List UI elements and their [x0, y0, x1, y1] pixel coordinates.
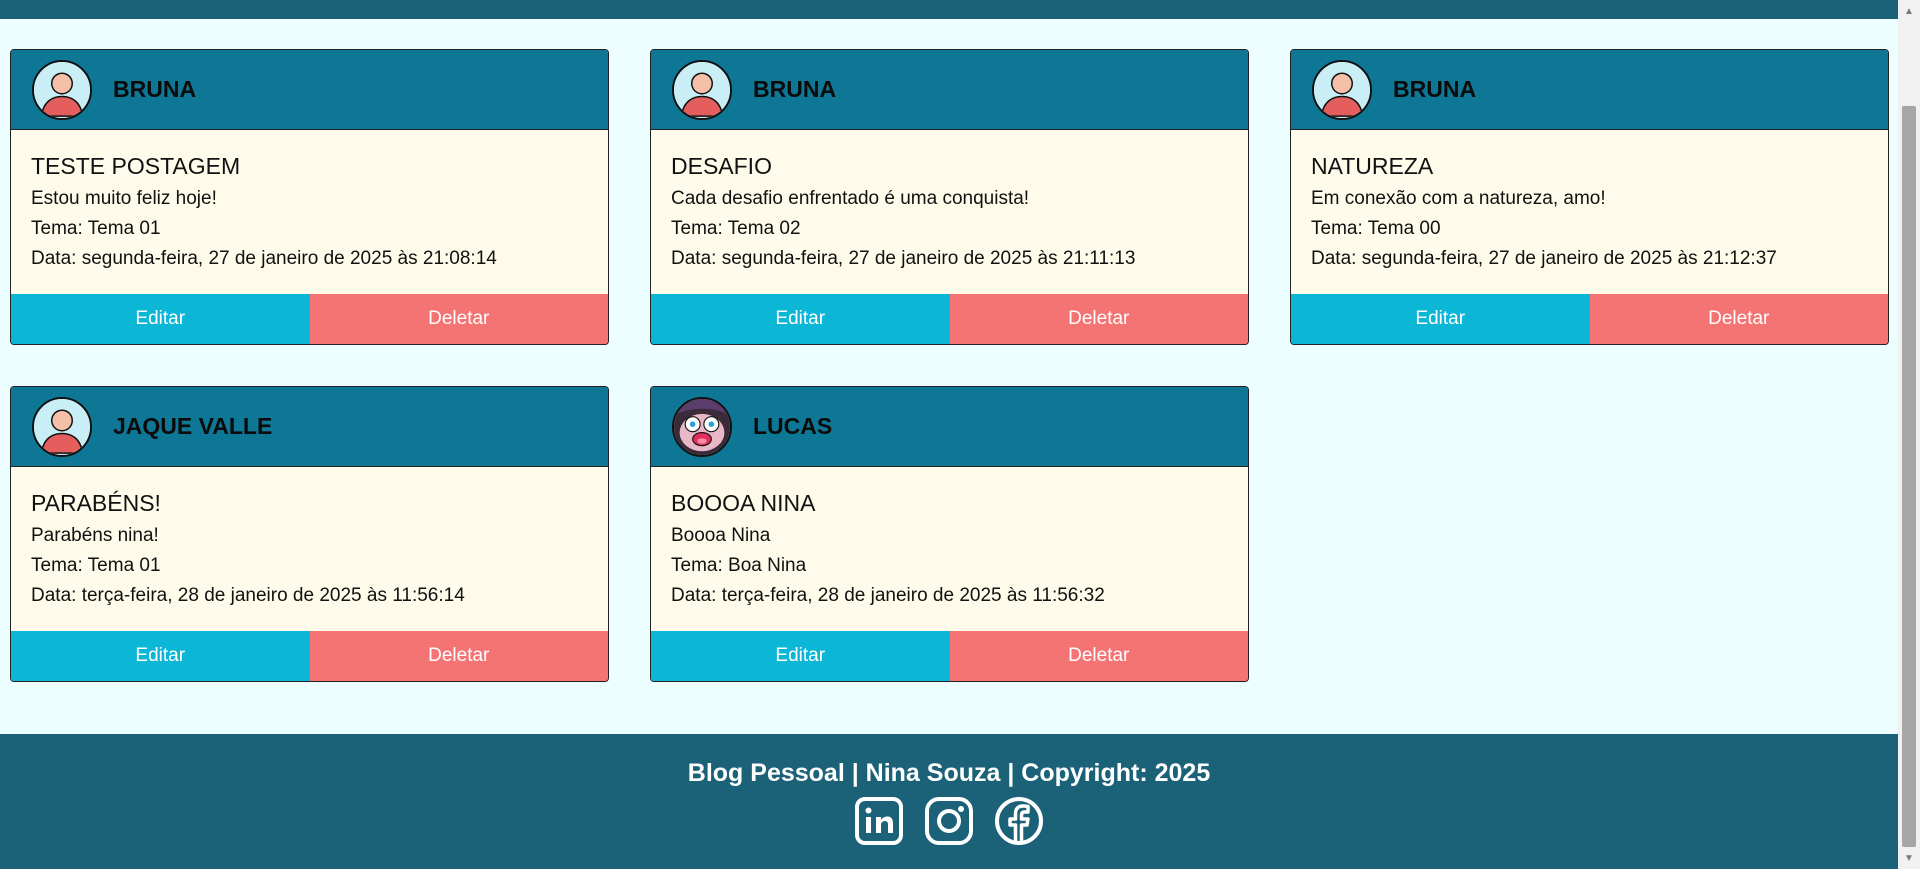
post-date: Data: segunda-feira, 27 de janeiro de 20…	[31, 248, 497, 269]
post-title: PARABÉNS!	[31, 490, 161, 516]
post-card-header: LUCAS	[651, 387, 1248, 467]
post-title: NATUREZA	[1311, 153, 1434, 179]
post-actions: Editar Deletar	[1291, 294, 1888, 344]
post-card-body: PARABÉNS! Parabéns nina! Tema: Tema 01 D…	[11, 467, 608, 631]
facebook-icon[interactable]	[994, 796, 1044, 846]
post-title: TESTE POSTAGEM	[31, 153, 241, 179]
post-theme: Tema: Boa Nina	[671, 555, 807, 576]
edit-button[interactable]: Editar	[651, 631, 950, 681]
default-user-avatar-icon	[34, 61, 90, 118]
post-theme: Tema: Tema 01	[31, 218, 161, 239]
post-theme: Tema: Tema 02	[671, 218, 801, 239]
post-card: BRUNA DESAFIO Cada desafio enfrentado é …	[650, 49, 1249, 345]
post-theme: Tema: Tema 00	[1311, 218, 1441, 239]
footer-copyright: Blog Pessoal | Nina Souza | Copyright: 2…	[687, 759, 1211, 787]
post-text: Boooa Nina	[671, 525, 771, 546]
post-card: BRUNA NATUREZA Em conexão com a natureza…	[1290, 49, 1889, 345]
avatar	[672, 396, 732, 457]
post-text: Parabéns nina!	[31, 525, 159, 546]
post-date: Data: terça-feira, 28 de janeiro de 2025…	[31, 585, 465, 606]
post-card-body: TESTE POSTAGEM Estou muito feliz hoje! T…	[11, 130, 608, 294]
delete-button[interactable]: Deletar	[1589, 294, 1888, 344]
avatar	[32, 396, 92, 457]
edit-button[interactable]: Editar	[11, 631, 310, 681]
post-card: BRUNA TESTE POSTAGEM Estou muito feliz h…	[10, 49, 609, 345]
cartoon-character-avatar-icon	[674, 398, 730, 455]
post-card: LUCAS BOOOA NINA Boooa Nina Tema: Boa Ni…	[650, 386, 1249, 682]
scroll-up-arrow-icon[interactable]: ▲	[1898, 0, 1920, 22]
default-user-avatar-icon	[34, 398, 90, 455]
instagram-icon[interactable]	[924, 796, 974, 846]
social-links	[854, 796, 1044, 846]
vertical-scrollbar[interactable]: ▲ ▼	[1898, 0, 1920, 869]
post-actions: Editar Deletar	[11, 294, 608, 344]
post-text: Cada desafio enfrentado é uma conquista!	[671, 188, 1030, 209]
posts-grid: BRUNA TESTE POSTAGEM Estou muito feliz h…	[10, 49, 1889, 683]
post-title: BOOOA NINA	[671, 490, 816, 516]
footer: Blog Pessoal | Nina Souza | Copyright: 2…	[0, 734, 1898, 869]
avatar	[32, 59, 92, 120]
post-date: Data: segunda-feira, 27 de janeiro de 20…	[1311, 248, 1777, 269]
post-card-header: BRUNA	[651, 50, 1248, 130]
post-card: JAQUE VALLE PARABÉNS! Parabéns nina! Tem…	[10, 386, 609, 682]
post-date: Data: terça-feira, 28 de janeiro de 2025…	[671, 585, 1105, 606]
post-author: BRUNA	[113, 76, 197, 102]
delete-button[interactable]: Deletar	[949, 631, 1248, 681]
post-actions: Editar Deletar	[651, 294, 1248, 344]
default-user-avatar-icon	[1314, 61, 1370, 118]
post-card-header: BRUNA	[1291, 50, 1888, 130]
edit-button[interactable]: Editar	[1291, 294, 1590, 344]
avatar	[1312, 59, 1372, 120]
post-author: LUCAS	[753, 413, 833, 439]
edit-button[interactable]: Editar	[651, 294, 950, 344]
edit-button[interactable]: Editar	[11, 294, 310, 344]
post-text: Estou muito feliz hoje!	[31, 188, 217, 209]
delete-button[interactable]: Deletar	[309, 631, 608, 681]
delete-button[interactable]: Deletar	[309, 294, 608, 344]
post-actions: Editar Deletar	[651, 631, 1248, 681]
scroll-down-arrow-icon[interactable]: ▼	[1898, 847, 1920, 869]
post-theme: Tema: Tema 01	[31, 555, 161, 576]
scrollbar-thumb[interactable]	[1902, 106, 1916, 847]
post-card-header: JAQUE VALLE	[11, 387, 608, 467]
post-card-body: NATUREZA Em conexão com a natureza, amo!…	[1291, 130, 1888, 294]
post-card-header: BRUNA	[11, 50, 608, 130]
top-navbar	[0, 0, 1898, 19]
post-actions: Editar Deletar	[11, 631, 608, 681]
post-title: DESAFIO	[671, 153, 772, 179]
post-date: Data: segunda-feira, 27 de janeiro de 20…	[671, 248, 1136, 269]
delete-button[interactable]: Deletar	[949, 294, 1248, 344]
post-author: JAQUE VALLE	[113, 413, 273, 439]
linkedin-icon[interactable]	[854, 796, 904, 846]
avatar	[672, 59, 732, 120]
post-text: Em conexão com a natureza, amo!	[1311, 188, 1606, 209]
post-author: BRUNA	[1393, 76, 1477, 102]
post-author: BRUNA	[753, 76, 837, 102]
default-user-avatar-icon	[674, 61, 730, 118]
post-card-body: BOOOA NINA Boooa Nina Tema: Boa Nina Dat…	[651, 467, 1248, 631]
post-card-body: DESAFIO Cada desafio enfrentado é uma co…	[651, 130, 1248, 294]
